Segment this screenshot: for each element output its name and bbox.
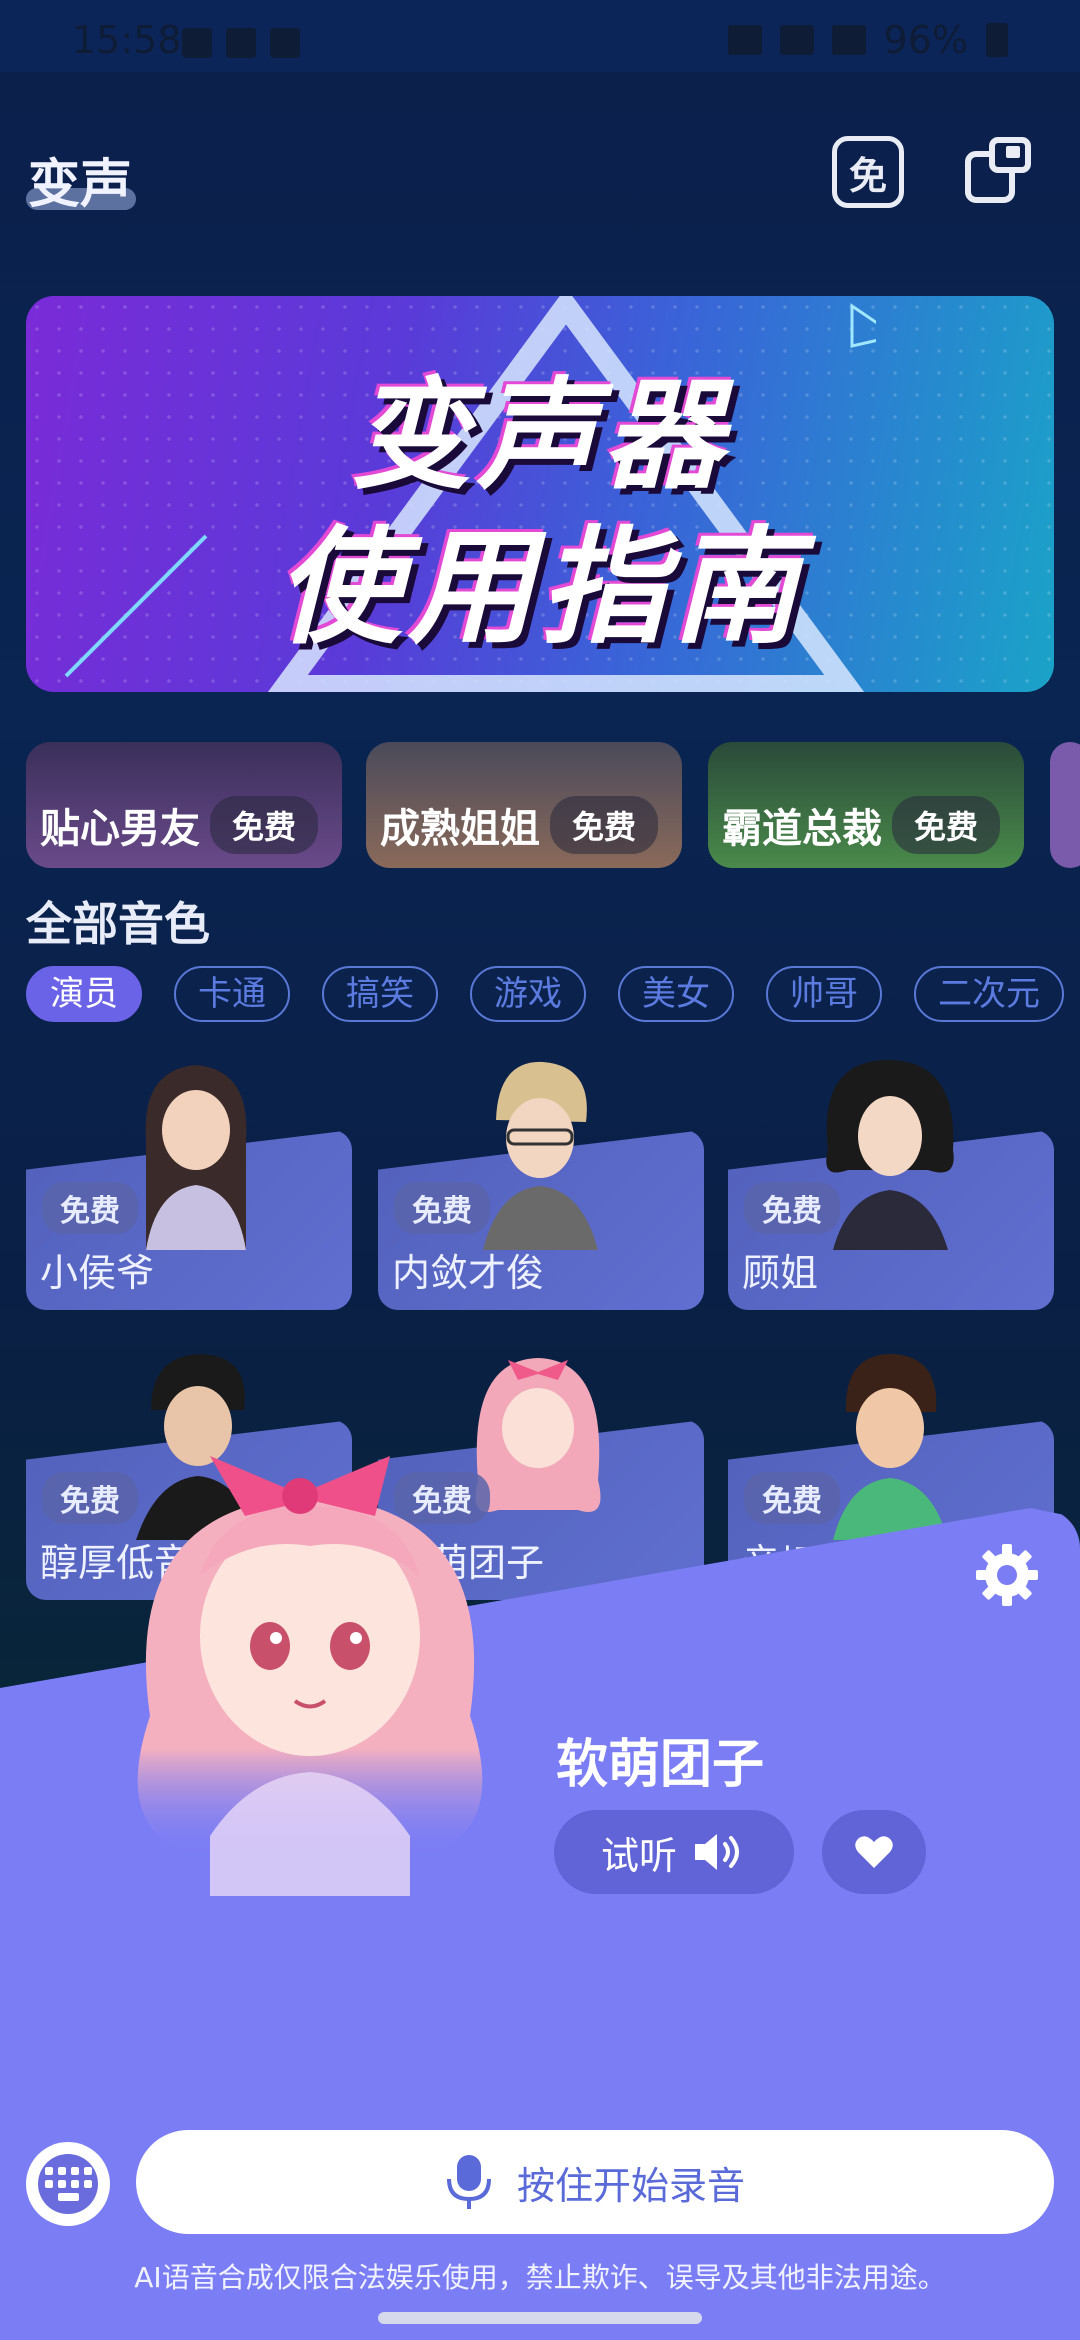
- image-icon: [182, 28, 212, 58]
- disclaimer-text: AI语音合成仅限合法娱乐使用，禁止欺诈、误导及其他非法用途。: [134, 2261, 946, 2294]
- voice-card[interactable]: 免费 内敛才俊: [378, 1061, 704, 1310]
- floating-window-button[interactable]: [962, 136, 1034, 208]
- category-tabs: 演员 卡通 搞笑 游戏 美女 帅哥 二次元: [26, 966, 1080, 1022]
- voice-card[interactable]: 免费 小侯爷: [26, 1065, 352, 1310]
- featured-card[interactable]: 成熟姐姐 免费: [366, 742, 682, 868]
- signal-icon: [831, 25, 866, 55]
- system-icons: 96%: [727, 18, 1008, 62]
- free-badge: 免费: [744, 1182, 840, 1234]
- listen-label: 试听: [600, 1833, 677, 1878]
- microphone-icon: [446, 2155, 491, 2209]
- battery-icon: [986, 23, 1008, 57]
- voice-name: 小侯爷: [40, 1251, 155, 1295]
- featured-card[interactable]: 贴心男友 免费: [26, 742, 342, 868]
- settings-gear-icon[interactable]: [974, 1542, 1040, 1608]
- mute-icon: [727, 25, 762, 55]
- notification-icons: [182, 28, 300, 58]
- featured-label: 成熟姐姐: [380, 806, 540, 852]
- voice-card[interactable]: 免费 顾姐: [728, 1060, 1054, 1310]
- keyboard-button[interactable]: [26, 2142, 110, 2226]
- featured-card[interactable]: [1050, 742, 1080, 868]
- free-badge: 免费: [549, 796, 658, 854]
- keyboard-icon: [38, 2154, 98, 2214]
- tab-handsome[interactable]: 帅哥: [766, 966, 882, 1022]
- check-icon: [270, 28, 300, 58]
- selected-voice-avatar: [137, 1456, 483, 1896]
- tab-cartoon[interactable]: 卡通: [174, 966, 290, 1022]
- home-indicator[interactable]: [378, 2312, 702, 2324]
- favorite-button[interactable]: [822, 1810, 926, 1894]
- free-badge: 免费: [209, 796, 318, 854]
- featured-card[interactable]: 霸道总裁 免费: [708, 742, 1024, 868]
- free-icon-button[interactable]: 免: [832, 136, 904, 208]
- free-badge: 免费: [42, 1182, 138, 1234]
- avatar: [145, 1065, 247, 1250]
- free-badge: 免费: [394, 1182, 490, 1234]
- speaker-icon: [695, 1834, 739, 1870]
- voice-name: 顾姐: [742, 1251, 819, 1295]
- status-time: 15:58: [72, 18, 182, 62]
- tab-funny[interactable]: 搞笑: [322, 966, 438, 1022]
- page-title: 变声: [28, 155, 133, 215]
- status-bar: 15:58 96%: [0, 0, 1080, 72]
- free-badge: 免费: [891, 796, 1000, 854]
- section-title: 全部音色: [26, 897, 210, 951]
- phone-icon: [226, 28, 256, 58]
- tab-actor[interactable]: 演员: [26, 966, 142, 1022]
- record-label: 按住开始录音: [516, 2163, 745, 2208]
- banner-title-line2: 使用指南: [276, 514, 804, 661]
- floating-window-icon: [965, 137, 1031, 203]
- wifi-icon: [779, 25, 814, 55]
- preview-listen-button[interactable]: 试听: [554, 1810, 794, 1894]
- free-badge: 免费: [744, 1472, 840, 1524]
- hold-to-record-button[interactable]: 按住开始录音: [136, 2130, 1054, 2234]
- tab-beauty[interactable]: 美女: [618, 966, 734, 1022]
- featured-voices: 贴心男友 免费 成熟姐姐 免费 霸道总裁 免费: [26, 742, 1080, 868]
- selected-voice-name: 软萌团子: [556, 1735, 765, 1795]
- featured-label: 霸道总裁: [722, 806, 882, 852]
- guide-banner[interactable]: 变声器 使用指南: [26, 296, 1054, 692]
- featured-label: 贴心男友: [40, 806, 200, 852]
- tab-anime[interactable]: 二次元: [914, 966, 1064, 1022]
- heart-icon: [855, 1836, 893, 1868]
- voice-name: 内敛才俊: [392, 1251, 545, 1295]
- tab-game[interactable]: 游戏: [470, 966, 586, 1022]
- battery-percent: 96%: [883, 18, 968, 62]
